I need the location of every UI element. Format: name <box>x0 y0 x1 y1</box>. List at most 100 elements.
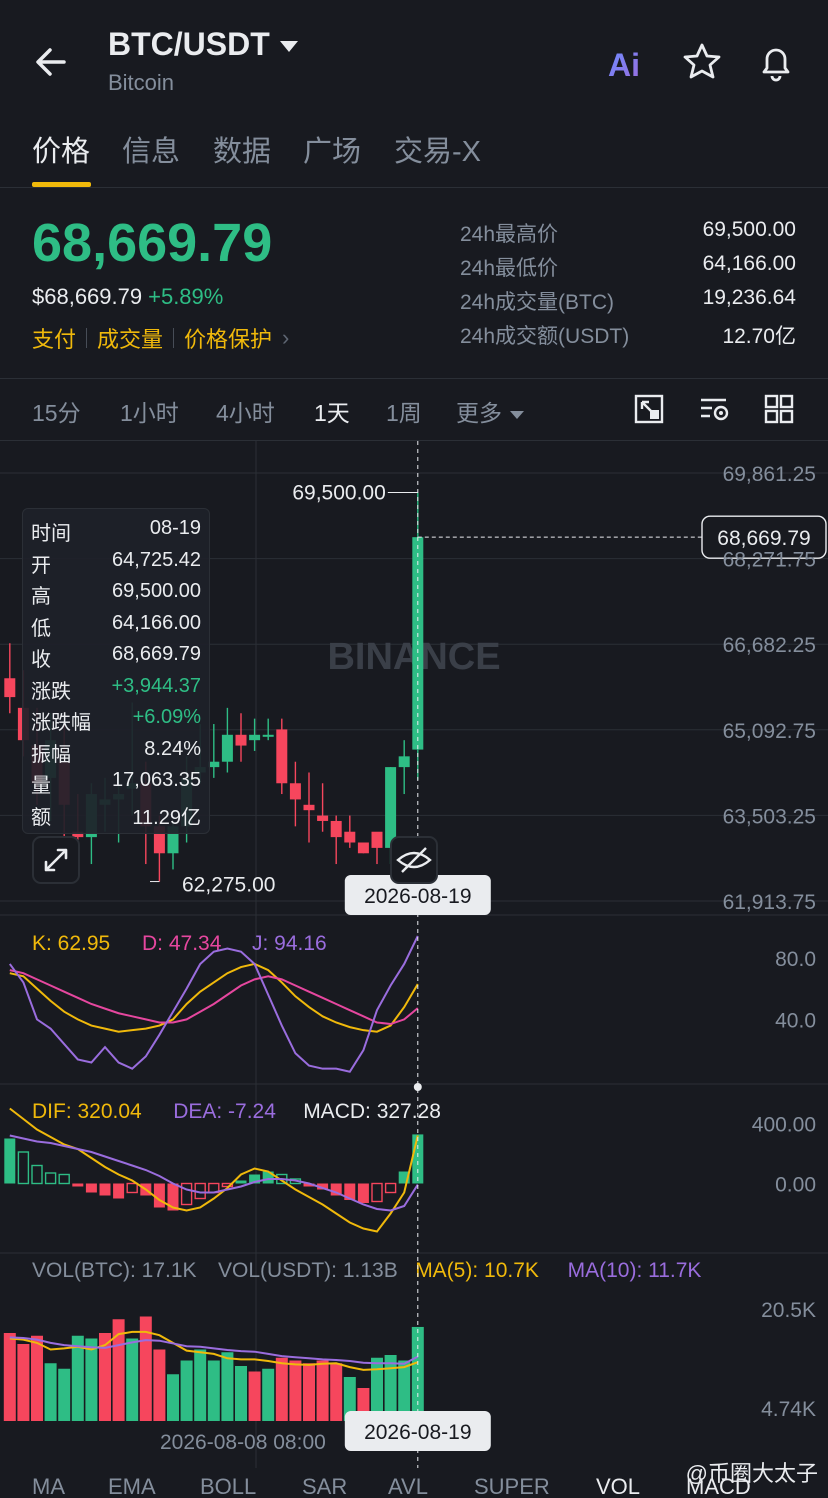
ohlc-row: 时间 08-19 <box>31 517 201 547</box>
price-protection-link[interactable]: 价格保护 <box>184 322 272 354</box>
indicator-vol[interactable]: VOL <box>596 1474 640 1498</box>
divider <box>173 328 175 348</box>
macd-dif-line <box>9 1107 419 1233</box>
price-links: 支付 成交量 价格保护 › <box>32 322 289 354</box>
bell-icon[interactable] <box>754 40 798 84</box>
vol-bar <box>262 1368 275 1421</box>
ohlc-value: 08-19 <box>149 517 201 539</box>
vol-bar <box>3 1333 16 1421</box>
chevron-down-icon <box>279 41 298 52</box>
candle-body <box>221 734 233 762</box>
chevron-down-icon <box>510 410 524 419</box>
kdj-tick: 80.0 <box>775 948 816 971</box>
vol-bar <box>221 1352 234 1421</box>
candle-body <box>398 756 410 768</box>
stat-vol-btc-label: 24h成交量(BTC) <box>460 291 615 314</box>
price-tick: 69,861.25 <box>723 463 816 486</box>
kdj-legend: J: 94.16 <box>252 932 327 955</box>
vol-bar <box>289 1360 302 1421</box>
ohlc-value: +6.09% <box>132 706 201 728</box>
volume-link[interactable]: 成交量 <box>97 322 163 354</box>
interval-1d[interactable]: 1天 <box>314 394 350 428</box>
interval-15m[interactable]: 15分 <box>32 394 81 428</box>
ohlc-tooltip: 时间 08-19 开 64,725.42 高 69,500.00 低 64,166.00 收 68… <box>22 508 210 834</box>
macd-legend: DIF: 320.04 <box>32 1100 142 1123</box>
pair-selector[interactable]: BTC/USDT <box>108 26 298 63</box>
vol-bar <box>31 1335 43 1421</box>
indicator-avl[interactable]: AVL <box>388 1474 428 1498</box>
fullscreen-chart-icon[interactable] <box>632 392 666 426</box>
ohlc-row: 低 64,166.00 <box>31 612 201 642</box>
indicator-super[interactable]: SUPER <box>474 1474 550 1498</box>
vol-legend: MA(10): 11.7K <box>568 1259 702 1282</box>
macd-bar <box>180 1182 193 1206</box>
candle-body <box>249 734 261 741</box>
indicator-sar[interactable]: SAR <box>302 1474 347 1498</box>
candle-body <box>262 734 274 737</box>
vol-bar <box>194 1349 207 1421</box>
indicator-boll[interactable]: BOLL <box>200 1474 256 1498</box>
macd-bar <box>99 1183 111 1196</box>
tab-data[interactable]: 数据 <box>213 128 271 170</box>
macd-bar <box>235 1180 247 1184</box>
chart-settings-icon[interactable] <box>698 392 732 426</box>
ohlc-key: 开 <box>31 554 51 577</box>
main-tabs: 价格 信息 数据 广场 交易-X <box>0 128 828 188</box>
macd-bar <box>17 1151 30 1185</box>
macd-bar <box>58 1173 70 1185</box>
high-label: 69,500.00 <box>292 481 385 504</box>
vol-bar <box>153 1349 166 1421</box>
tab-square[interactable]: 广场 <box>303 128 361 170</box>
interval-more-label: 更多 <box>456 400 502 426</box>
vol-legend: MA(5): 10.7K <box>415 1259 539 1282</box>
ai-icon[interactable]: Ai <box>604 40 648 84</box>
vol-bar <box>411 1326 424 1421</box>
vol-legend: VOL(BTC): 17.1K <box>32 1259 197 1282</box>
ohlc-value: 8.24% <box>144 737 201 760</box>
expand-icon[interactable] <box>32 836 80 884</box>
tab-trade-x[interactable]: 交易-X <box>394 128 481 170</box>
back-arrow-icon[interactable] <box>30 38 78 86</box>
interval-4h[interactable]: 4小时 <box>216 394 275 428</box>
kdj-tick: 40.0 <box>775 1009 816 1032</box>
author-watermark: @币圈大太子 <box>685 1461 818 1486</box>
stat-vol-usdt-value: 12.70亿 <box>722 325 796 348</box>
interval-1w[interactable]: 1周 <box>386 394 422 428</box>
vol-bar <box>17 1344 30 1421</box>
eye-off-icon[interactable] <box>390 836 438 884</box>
macd-bar <box>85 1183 97 1193</box>
grid-layout-icon[interactable] <box>762 392 796 426</box>
kdj-legend: D: 47.34 <box>142 932 222 955</box>
divider <box>86 328 88 348</box>
macd-bar <box>384 1182 397 1194</box>
price-tick: 66,682.25 <box>723 634 816 657</box>
active-tab-indicator <box>32 182 91 187</box>
chevron-right-icon[interactable]: › <box>282 325 289 351</box>
indicator-ma[interactable]: MA <box>32 1474 65 1498</box>
ohlc-key: 额 <box>31 806 51 829</box>
vol-bar <box>235 1366 247 1421</box>
tab-info[interactable]: 信息 <box>122 128 180 170</box>
tab-price[interactable]: 价格 <box>32 128 90 170</box>
ohlc-key: 涨跌 <box>31 680 71 703</box>
candle-body <box>276 729 288 784</box>
pair-title: BTC/USDT <box>108 26 270 62</box>
candle-body <box>371 831 383 848</box>
pay-link[interactable]: 支付 <box>32 322 76 354</box>
interval-more[interactable]: 更多 <box>456 394 524 428</box>
vol-bar <box>167 1374 179 1421</box>
star-icon[interactable] <box>680 40 724 84</box>
ohlc-row: 收 68,669.79 <box>31 643 201 673</box>
ohlc-value: 69,500.00 <box>112 580 201 602</box>
section-divider <box>0 378 828 379</box>
vol-bar <box>58 1368 71 1421</box>
fiat-value: $68,669.79 <box>32 284 143 309</box>
candle-body <box>330 820 342 838</box>
macd-bar <box>31 1164 43 1185</box>
interval-1h[interactable]: 1小时 <box>120 394 179 428</box>
ohlc-row: 振幅 8.24% <box>31 738 201 768</box>
vol-bar <box>330 1363 343 1421</box>
current-price-label: 68,669.79 <box>717 527 810 550</box>
indicator-ema[interactable]: EMA <box>108 1474 156 1498</box>
ohlc-key: 时间 <box>31 523 71 545</box>
